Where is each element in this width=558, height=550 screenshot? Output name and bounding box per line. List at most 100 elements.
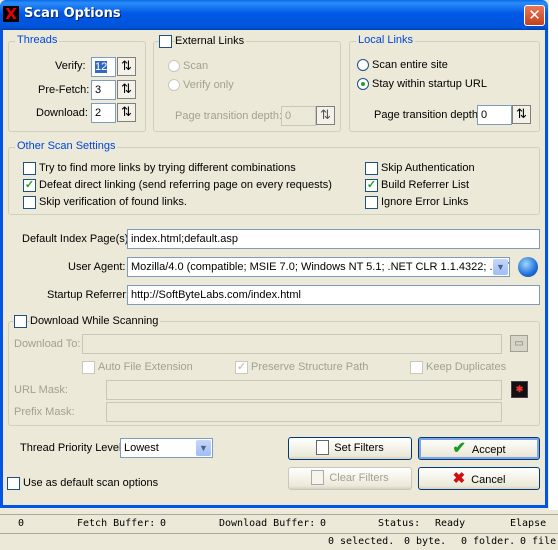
ignore-error-links-checkbox[interactable] bbox=[365, 196, 378, 209]
prefetch-label: Pre-Fetch: bbox=[38, 84, 90, 96]
user-agent-label: User Agent: bbox=[68, 261, 126, 273]
local-depth-spin-button[interactable]: ⇅ bbox=[512, 105, 531, 124]
status-value: Ready bbox=[435, 518, 466, 529]
set-filters-label: Set Filters bbox=[334, 442, 384, 454]
status-count: 0 bbox=[18, 518, 25, 529]
local-depth-input[interactable]: 0 bbox=[477, 105, 512, 125]
title-bar[interactable]: X Scan Options ✕ bbox=[0, 0, 548, 30]
fetch-buffer-label: Fetch Buffer: bbox=[77, 518, 156, 529]
thread-priority-label: Thread Priority Level: bbox=[20, 442, 125, 454]
file-count: 0 file bbox=[520, 536, 557, 547]
prefix-mask-label: Prefix Mask: bbox=[14, 406, 75, 418]
keep-duplicates-label: Keep Duplicates bbox=[426, 361, 507, 373]
external-links-label: External Links bbox=[175, 35, 247, 47]
checkmark-icon: ✔ bbox=[452, 440, 466, 457]
selected-count: 0 selected. bbox=[328, 536, 395, 547]
startup-referrer-label: Startup Referrer: bbox=[47, 289, 129, 301]
folder-icon[interactable]: ▭ bbox=[510, 335, 528, 352]
scan-entire-site-label: Scan entire site bbox=[372, 59, 448, 71]
use-default-label: Use as default scan options bbox=[23, 477, 159, 489]
preserve-structure-checkbox[interactable]: ✓ bbox=[235, 361, 248, 374]
skip-verification-label: Skip verification of found links. bbox=[39, 196, 187, 208]
stay-within-startup-label: Stay within startup URL bbox=[372, 78, 487, 90]
local-links-group-title: Local Links bbox=[356, 34, 416, 46]
clear-filters-label: Clear Filters bbox=[329, 472, 389, 484]
download-buffer-value: 0 bbox=[320, 518, 327, 529]
ignore-error-links-label: Ignore Error Links bbox=[381, 196, 469, 208]
default-index-label: Default Index Page(s): bbox=[22, 233, 132, 245]
thread-priority-select[interactable]: Lowest ▼ bbox=[120, 438, 213, 458]
chevron-down-icon[interactable]: ▼ bbox=[196, 440, 211, 456]
download-buffer-label: Download Buffer: bbox=[219, 518, 316, 529]
prefix-mask-input[interactable] bbox=[106, 402, 502, 422]
user-agent-value: Mozilla/4.0 (compatible; MSIE 7.0; Windo… bbox=[131, 261, 510, 273]
stay-within-startup-radio[interactable] bbox=[357, 78, 369, 90]
set-filters-button[interactable]: Set Filters bbox=[288, 437, 412, 460]
local-depth-label: Page transition depth: bbox=[374, 109, 482, 121]
prefetch-spin-button[interactable]: ⇅ bbox=[117, 80, 136, 99]
download-spin-button[interactable]: ⇅ bbox=[117, 103, 136, 122]
build-referrer-list-checkbox[interactable]: ✓ bbox=[365, 179, 378, 192]
cancel-button[interactable]: ✖ Cancel bbox=[418, 467, 540, 490]
folder-count: 0 folder. bbox=[461, 536, 516, 547]
external-verify-only-radio[interactable] bbox=[168, 79, 180, 91]
verify-threads-input[interactable]: 12 bbox=[91, 57, 116, 77]
url-mask-input[interactable] bbox=[106, 380, 502, 400]
defeat-direct-linking-checkbox[interactable]: ✓ bbox=[23, 179, 36, 192]
user-agent-combo[interactable]: Mozilla/4.0 (compatible; MSIE 7.0; Windo… bbox=[127, 257, 510, 277]
auto-file-extension-label: Auto File Extension bbox=[98, 361, 193, 373]
startup-referrer-input[interactable]: http://SoftByteLabs.com/index.html bbox=[127, 285, 540, 305]
fetch-buffer-value: 0 bbox=[160, 518, 167, 529]
download-to-label: Download To: bbox=[14, 338, 81, 350]
chevron-down-icon[interactable]: ▼ bbox=[493, 259, 508, 275]
background-window-edge bbox=[549, 0, 558, 510]
external-scan-radio[interactable] bbox=[168, 60, 180, 72]
download-while-scanning-label: Download While Scanning bbox=[30, 315, 161, 327]
keep-duplicates-checkbox[interactable] bbox=[410, 361, 423, 374]
use-default-checkbox[interactable] bbox=[7, 477, 20, 490]
external-verify-only-label: Verify only bbox=[183, 79, 234, 91]
external-depth-label: Page transition depth: bbox=[175, 110, 283, 122]
skip-authentication-label: Skip Authentication bbox=[381, 162, 475, 174]
close-button[interactable]: ✕ bbox=[524, 5, 545, 26]
skip-verification-checkbox[interactable] bbox=[23, 196, 36, 209]
prefetch-threads-input[interactable]: 3 bbox=[91, 80, 116, 100]
external-links-checkbox[interactable] bbox=[159, 35, 172, 48]
external-scan-label: Scan bbox=[183, 60, 209, 72]
external-depth-spin-button[interactable]: ⇅ bbox=[316, 106, 335, 125]
other-settings-group-title: Other Scan Settings bbox=[15, 140, 118, 152]
download-to-input[interactable] bbox=[82, 334, 502, 354]
x-mark-icon: ✖ bbox=[452, 470, 466, 487]
accept-button[interactable]: ✔ Accept bbox=[418, 437, 540, 460]
clear-filters-button[interactable]: Clear Filters bbox=[288, 467, 412, 490]
thread-priority-value: Lowest bbox=[124, 442, 159, 454]
try-more-links-label: Try to find more links by trying differe… bbox=[39, 162, 296, 174]
preserve-structure-label: Preserve Structure Path bbox=[251, 361, 369, 373]
selection-status-bar: 0 selected. 0 byte. 0 folder. 0 file bbox=[0, 533, 558, 550]
default-index-input[interactable]: index.html;default.asp bbox=[127, 229, 540, 249]
x-logo-icon: X bbox=[3, 6, 19, 22]
cancel-label: Cancel bbox=[471, 474, 506, 486]
external-depth-input[interactable]: 0 bbox=[281, 106, 316, 126]
document-icon bbox=[311, 469, 325, 485]
mask-editor-icon[interactable]: ✱ bbox=[511, 381, 528, 398]
download-while-scanning-checkbox[interactable] bbox=[14, 315, 27, 328]
threads-group-title: Threads bbox=[15, 34, 60, 46]
download-threads-input[interactable]: 2 bbox=[91, 103, 116, 123]
status-bar: 0 Fetch Buffer: 0 Download Buffer: 0 Sta… bbox=[0, 514, 558, 533]
globe-icon[interactable] bbox=[518, 257, 538, 277]
try-more-links-checkbox[interactable] bbox=[23, 162, 36, 175]
skip-authentication-checkbox[interactable] bbox=[365, 162, 378, 175]
download-label: Download: bbox=[36, 107, 88, 119]
verify-label: Verify: bbox=[55, 60, 86, 72]
accept-label: Accept bbox=[471, 444, 506, 456]
verify-spin-button[interactable]: ⇅ bbox=[117, 57, 136, 76]
scan-entire-site-radio[interactable] bbox=[357, 59, 369, 71]
defeat-direct-linking-label: Defeat direct linking (send referring pa… bbox=[39, 179, 332, 191]
build-referrer-list-label: Build Referrer List bbox=[381, 179, 470, 191]
url-mask-label: URL Mask: bbox=[14, 384, 68, 396]
document-icon bbox=[316, 439, 330, 455]
byte-count: 0 byte. bbox=[404, 536, 447, 547]
auto-file-extension-checkbox[interactable] bbox=[82, 361, 95, 374]
window-title: Scan Options bbox=[24, 6, 121, 21]
